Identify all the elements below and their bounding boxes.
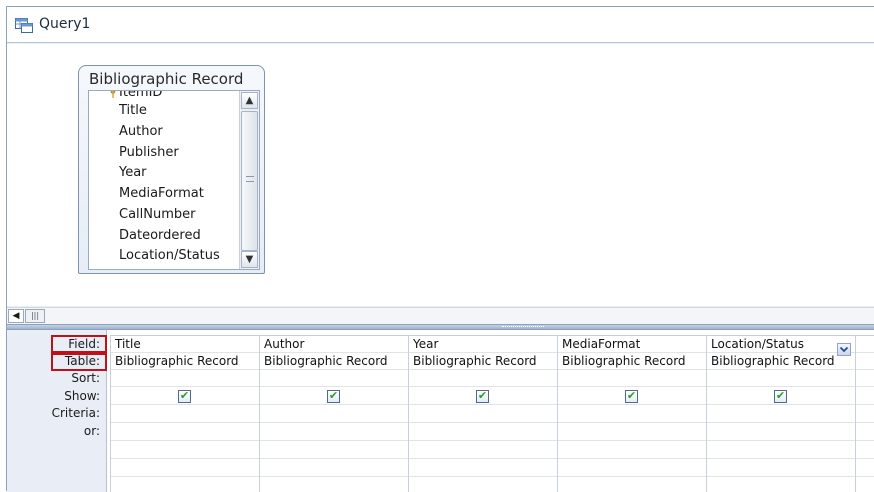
primary-key-icon (110, 91, 116, 98)
field-item-location-status[interactable]: Location/Status (119, 248, 220, 263)
grid-column-empty[interactable] (855, 335, 874, 492)
field-item-publisher[interactable]: Publisher (119, 145, 179, 160)
query-design-grid[interactable]: Title Bibliographic Record ✔ Author Bibl… (110, 330, 874, 492)
hscroll-thumb[interactable]: ||| (25, 309, 45, 323)
table-cell[interactable]: Bibliographic Record (264, 354, 388, 368)
design-pane-hscrollbar[interactable]: ◀ ||| (7, 307, 874, 324)
show-checkbox[interactable]: ✔ (625, 390, 638, 403)
query-tab-header[interactable]: Query1 (7, 7, 874, 43)
scroll-up-button[interactable]: ▲ (241, 92, 258, 109)
row-label-sort: Sort: (71, 371, 100, 385)
field-item-dateordered[interactable]: Dateordered (119, 228, 201, 243)
field-cell[interactable]: Location/Status (711, 337, 804, 351)
chevron-down-icon (839, 346, 849, 353)
scroll-left-button[interactable]: ◀ (8, 309, 24, 323)
show-checkbox[interactable]: ✔ (774, 390, 787, 403)
field-item-author[interactable]: Author (119, 124, 163, 139)
table-cell[interactable]: Bibliographic Record (413, 354, 537, 368)
query-design-grid-area: Field: Table: Sort: Show: Criteria: or: … (7, 330, 874, 492)
grid-column-title[interactable]: Title Bibliographic Record ✔ (110, 335, 259, 492)
field-list-title[interactable]: Bibliographic Record (89, 70, 243, 88)
row-label-table: Table: (64, 354, 100, 368)
query-window: Query1 Bibliographic Record ItemID Title… (6, 6, 874, 492)
field-dropdown-button[interactable] (837, 343, 851, 356)
field-list[interactable]: ItemID Title Author Publisher Year Media… (88, 90, 260, 270)
field-list-scrollbar[interactable]: ▲ ▼ (239, 91, 259, 269)
row-labels: Field: Table: Sort: Show: Criteria: or: (7, 330, 107, 492)
show-checkbox[interactable]: ✔ (178, 390, 191, 403)
field-cell[interactable]: Title (115, 337, 141, 351)
field-cell[interactable]: MediaFormat (562, 337, 640, 351)
row-label-show: Show: (64, 389, 100, 403)
row-label-or: or: (83, 424, 100, 438)
table-cell[interactable]: Bibliographic Record (711, 354, 835, 368)
scroll-thumb[interactable] (241, 111, 258, 251)
field-item-itemid[interactable]: ItemID (110, 91, 162, 100)
field-item-mediaformat[interactable]: MediaFormat (119, 186, 204, 201)
table-cell[interactable]: Bibliographic Record (562, 354, 686, 368)
field-list-window[interactable]: Bibliographic Record ItemID Title Author… (78, 65, 265, 274)
field-cell[interactable]: Year (413, 337, 438, 351)
show-checkbox[interactable]: ✔ (327, 390, 340, 403)
scroll-down-button[interactable]: ▼ (241, 251, 258, 268)
field-item-title[interactable]: Title (119, 103, 147, 118)
show-checkbox[interactable]: ✔ (476, 390, 489, 403)
query-icon (15, 18, 33, 33)
field-item-year[interactable]: Year (119, 165, 147, 180)
grid-column-mediaformat[interactable]: MediaFormat Bibliographic Record ✔ (557, 335, 706, 492)
grid-column-author[interactable]: Author Bibliographic Record ✔ (259, 335, 408, 492)
row-label-criteria: Criteria: (51, 406, 100, 420)
table-cell[interactable]: Bibliographic Record (115, 354, 239, 368)
table-design-pane[interactable]: Bibliographic Record ItemID Title Author… (7, 44, 874, 306)
row-label-field: Field: (68, 337, 100, 351)
scroll-grip-icon (246, 176, 254, 182)
splitter-grip-icon (502, 326, 544, 329)
grid-column-location-status[interactable]: Location/Status Bibliographic Record ✔ (706, 335, 855, 492)
query-title: Query1 (39, 16, 91, 32)
field-cell[interactable]: Author (264, 337, 304, 351)
field-item-callnumber[interactable]: CallNumber (119, 207, 196, 222)
grid-column-year[interactable]: Year Bibliographic Record ✔ (408, 335, 557, 492)
